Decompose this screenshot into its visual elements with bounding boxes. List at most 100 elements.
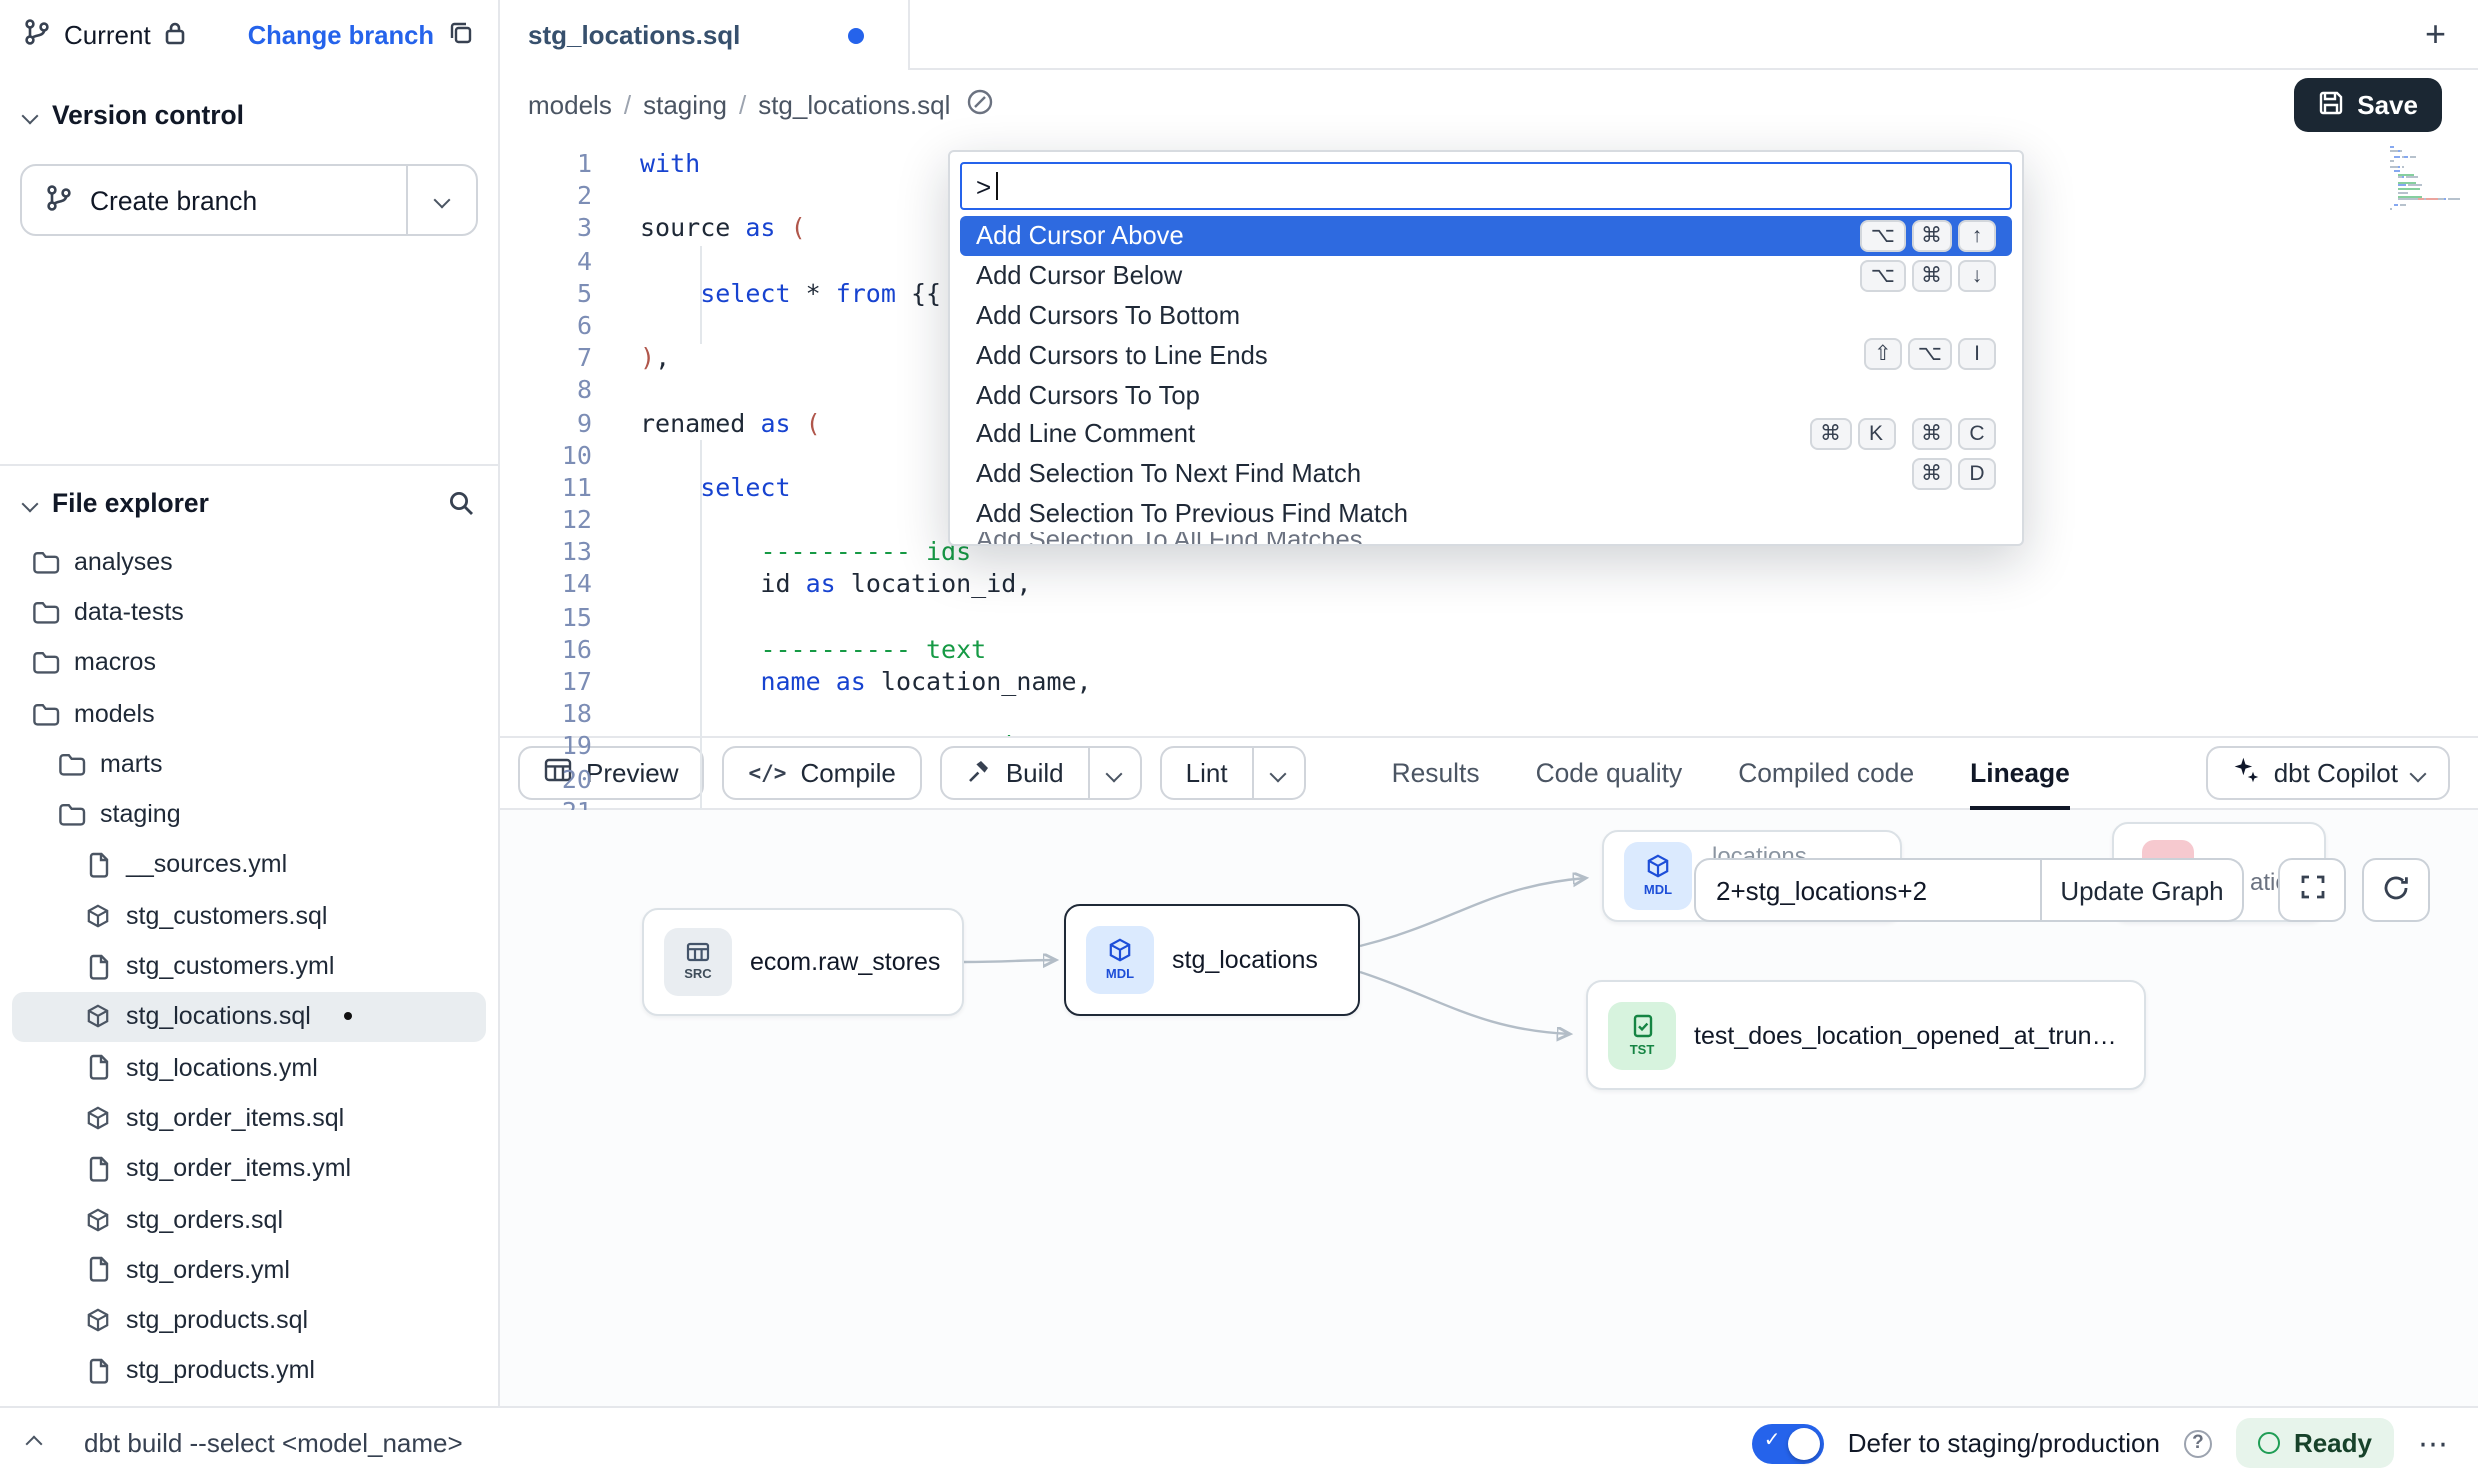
create-branch-caret[interactable] (408, 166, 476, 234)
save-button[interactable]: Save (2293, 78, 2442, 132)
keycap: ⌥ (1861, 259, 1905, 291)
palette-item[interactable]: Add Cursor Below⌥⌘↓ (960, 256, 2012, 296)
breadcrumb-part: models (528, 90, 612, 120)
search-icon[interactable] (448, 490, 474, 516)
help-icon[interactable]: ? (2184, 1429, 2212, 1457)
update-graph-button[interactable]: Update Graph (2042, 858, 2244, 922)
file-name: marts (100, 750, 163, 778)
git-branch-icon (46, 183, 72, 217)
panel-tabs: Results Code quality Compiled code Lineage (1392, 738, 2070, 808)
node-label: test_does_location_opened_at_trunc_t… (1694, 1021, 2124, 1049)
panel-tab-results[interactable]: Results (1392, 738, 1480, 808)
keycap: ⌘ (1810, 418, 1851, 450)
minimap[interactable] (2390, 146, 2462, 210)
build-button[interactable]: Build (940, 746, 1090, 800)
lineage-selector-input[interactable]: 2+stg_locations+2 (1694, 858, 2042, 922)
panel-tab-lineage[interactable]: Lineage (1970, 738, 2070, 808)
link-icon[interactable] (966, 88, 994, 122)
new-tab-button[interactable]: + (2425, 16, 2446, 52)
keycap: ⌥ (1861, 220, 1905, 252)
lint-caret[interactable] (1254, 746, 1306, 800)
palette-item[interactable]: Add Cursor Above⌥⌘↑ (960, 216, 2012, 256)
explorer-item-analyses[interactable]: analyses (12, 536, 486, 587)
palette-item[interactable]: Add Line Comment⌘K⌘C (960, 414, 2012, 454)
keycap: ↑ (1958, 220, 1996, 252)
code-editor[interactable]: 1234567891011121314151617181920212223242… (500, 140, 2478, 736)
explorer-item-marts[interactable]: marts (12, 738, 486, 789)
toggle-knob (1788, 1427, 1820, 1459)
version-control-section: Version control Create branch (0, 70, 498, 466)
fullscreen-button[interactable] (2278, 858, 2346, 922)
file-name: stg_orders.yml (126, 1256, 290, 1284)
palette-item[interactable]: Add Cursors to Line Ends⇧⌥I (960, 335, 2012, 375)
panel-tab-compiled-code[interactable]: Compiled code (1738, 738, 1914, 808)
lineage-canvas[interactable]: MDL locations atio SRC ecom.raw_stores (500, 810, 2478, 1406)
lineage-node-source[interactable]: SRC ecom.raw_stores (642, 908, 964, 1016)
explorer-item-stg_locations.sql[interactable]: stg_locations.sql (12, 991, 486, 1042)
editor-tab-title: stg_locations.sql (528, 20, 740, 50)
refresh-button[interactable] (2362, 858, 2430, 922)
explorer-item-stg_orders.sql[interactable]: stg_orders.sql (12, 1194, 486, 1245)
change-branch-link[interactable]: Change branch (248, 20, 434, 50)
node-label: stg_locations (1172, 946, 1318, 974)
dbt-copilot-button[interactable]: dbt Copilot (2206, 746, 2450, 800)
explorer-item-stg_order_items.yml[interactable]: stg_order_items.yml (12, 1143, 486, 1194)
defer-toggle[interactable]: ✓ (1752, 1423, 1824, 1463)
status-ring-icon (2258, 1432, 2280, 1454)
code-icon: </> (749, 761, 787, 785)
overflow-menu-button[interactable]: ⋯ (2418, 1425, 2450, 1461)
compile-button[interactable]: </> Compile (723, 746, 922, 800)
palette-item[interactable]: Add Cursors To Bottom (960, 295, 2012, 335)
lineage-node-model[interactable]: MDL stg_locations (1064, 904, 1360, 1016)
status-bar-right: ✓ Defer to staging/production ? Ready ⋯ (1752, 1418, 2450, 1468)
git-branch-icon (24, 18, 50, 52)
palette-item[interactable]: Add Cursors To Top (960, 374, 2012, 414)
explorer-item-stg_customers.yml[interactable]: stg_customers.yml (12, 941, 486, 992)
explorer-item-stg_customers.sql[interactable]: stg_customers.sql (12, 890, 486, 941)
folder-icon (58, 802, 86, 826)
node-label: ecom.raw_stores (750, 948, 940, 976)
file-explorer-header[interactable]: File explorer (0, 466, 498, 532)
explorer-item-data-tests[interactable]: data-tests (12, 587, 486, 638)
explorer-item-stg_order_items.sql[interactable]: stg_order_items.sql (12, 1093, 486, 1144)
create-branch-button[interactable]: Create branch (22, 166, 408, 234)
palette-clipped-item[interactable]: Add Selection To All Find Matches (960, 533, 2012, 545)
explorer-item-stg_products.sql[interactable]: stg_products.sql (12, 1295, 486, 1346)
explorer-item-stg_locations.yml[interactable]: stg_locations.yml (12, 1042, 486, 1093)
lineage-node-test[interactable]: TST test_does_location_opened_at_trunc_t… (1586, 980, 2146, 1090)
explorer-item-stg_products.yml[interactable]: stg_products.yml (12, 1346, 486, 1397)
palette-prompt: > (976, 171, 991, 201)
command-input[interactable]: dbt build --select <model_name> (84, 1428, 463, 1458)
version-control-title: Version control (52, 100, 244, 130)
collapse-panel-icon[interactable] (26, 1435, 43, 1452)
breadcrumb: models/staging/stg_locations.sql (528, 90, 950, 120)
explorer-item-stg_orders.yml[interactable]: stg_orders.yml (12, 1244, 486, 1295)
keycap: ⌘ (1911, 259, 1952, 291)
branch-bar: Current Change branch (0, 0, 500, 70)
keycap: ⌘ (1911, 418, 1952, 450)
refresh-icon (2382, 873, 2410, 907)
palette-item[interactable]: Add Selection To Previous Find Match (960, 493, 2012, 533)
sparkle-icon (2232, 756, 2260, 790)
lint-button[interactable]: Lint (1160, 746, 1254, 800)
copy-branch-icon[interactable] (448, 19, 474, 51)
folder-icon (32, 600, 60, 624)
explorer-item-staging[interactable]: staging (12, 789, 486, 840)
panel-tab-code-quality[interactable]: Code quality (1536, 738, 1683, 808)
file-name: stg_order_items.yml (126, 1154, 351, 1182)
command-palette-input[interactable]: > (960, 162, 2012, 210)
file-explorer-title: File explorer (52, 488, 209, 518)
explorer-item-__sources.yml[interactable]: __sources.yml (12, 840, 486, 891)
explorer-item-models[interactable]: models (12, 688, 486, 739)
palette-item[interactable]: Add Selection To Next Find Match⌘D (960, 454, 2012, 494)
ready-status-badge[interactable]: Ready (2236, 1418, 2394, 1468)
build-caret[interactable] (1090, 746, 1142, 800)
version-control-header[interactable]: Version control (0, 82, 498, 148)
file-icon (84, 953, 112, 979)
unsaved-changes-dot (848, 27, 864, 43)
cube-icon (1108, 938, 1132, 966)
model-icon (84, 903, 112, 927)
main-panel: models/staging/stg_locations.sql Save 12… (500, 70, 2478, 1406)
explorer-item-macros[interactable]: macros (12, 637, 486, 688)
editor-tab[interactable]: stg_locations.sql (500, 0, 910, 70)
